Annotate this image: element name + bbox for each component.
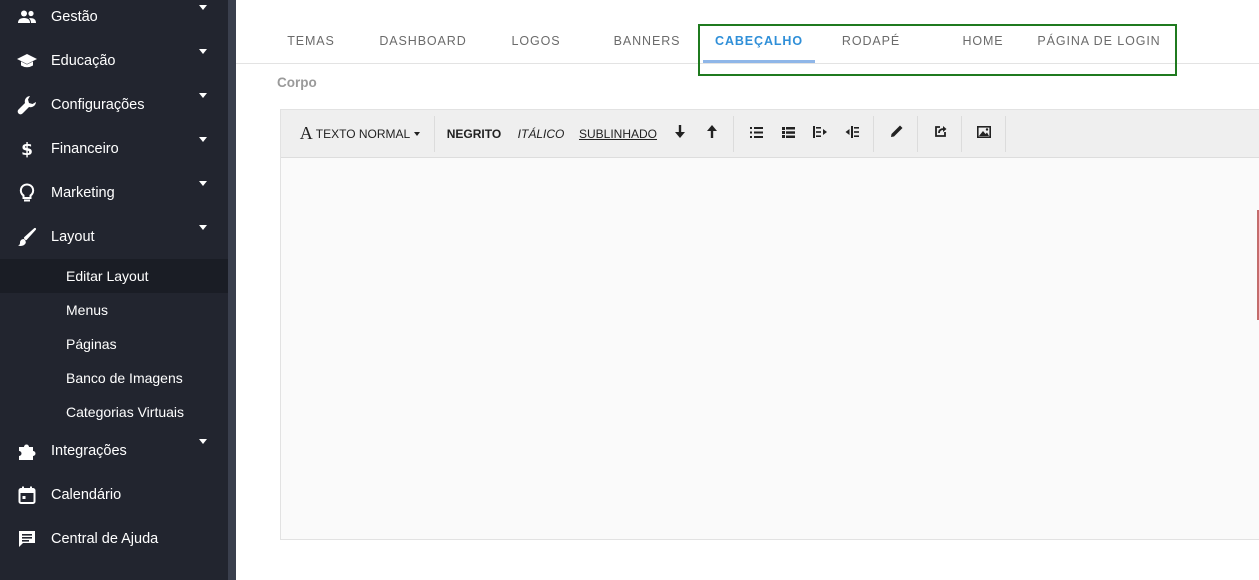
sidebar: Gestão Educação Configurações $ Financei…	[0, 0, 228, 580]
outdent-button[interactable]	[809, 110, 831, 157]
tab-bar: TEMAS DASHBOARD LOGOS BANNERS CABEÇALHO …	[236, 18, 1259, 76]
sidebar-divider	[228, 0, 236, 580]
editor-toolbar: A TEXTO NORMAL NEGRITO ITÁLICO SUBLINHAD…	[281, 110, 1259, 158]
outdent-icon	[813, 125, 827, 143]
tab-pagina-de-login[interactable]: PÁGINA DE LOGIN	[1034, 18, 1164, 63]
dollar-icon: $	[16, 138, 38, 160]
sidebar-item-integracoes[interactable]: Integrações	[0, 429, 228, 473]
bold-button[interactable]: NEGRITO	[445, 110, 503, 157]
tab-dashboard[interactable]: DASHBOARD	[372, 18, 474, 63]
layout-submenu: Editar Layout Menus Páginas Banco de Ima…	[0, 259, 228, 429]
tab-temas[interactable]: TEMAS	[276, 18, 346, 63]
font-style-dropdown[interactable]: A TEXTO NORMAL	[295, 110, 425, 157]
graduation-cap-icon	[16, 50, 38, 72]
unordered-list-button[interactable]	[745, 110, 767, 157]
sidebar-item-educacao[interactable]: Educação	[0, 39, 228, 83]
chevron-down-icon	[199, 225, 207, 230]
calendar-icon	[16, 484, 38, 506]
tab-home[interactable]: HOME	[948, 18, 1018, 63]
tab-cabecalho[interactable]: CABEÇALHO	[703, 18, 815, 63]
brush-icon	[16, 226, 38, 248]
toolbar-divider	[873, 116, 874, 152]
toolbar-divider	[961, 116, 962, 152]
tab-banners[interactable]: BANNERS	[606, 18, 688, 63]
sidebar-item-label: Central de Ajuda	[51, 531, 159, 547]
sidebar-item-financeiro[interactable]: $ Financeiro	[0, 127, 228, 171]
chevron-down-icon	[199, 93, 207, 98]
submenu-item-paginas[interactable]: Páginas	[0, 327, 228, 361]
svg-text:$: $	[21, 140, 33, 159]
sidebar-item-label: Marketing	[51, 185, 115, 201]
superscript-button[interactable]	[701, 110, 723, 157]
chevron-down-icon	[199, 5, 207, 10]
edit-button[interactable]	[885, 110, 907, 157]
sidebar-item-label: Financeiro	[51, 141, 119, 157]
arrow-down-icon	[675, 124, 685, 143]
toolbar-divider	[434, 116, 435, 152]
active-tab-indicator	[703, 60, 815, 63]
lightbulb-icon	[16, 182, 38, 204]
pencil-icon	[890, 125, 903, 143]
chevron-down-icon	[199, 439, 207, 444]
sidebar-item-central-de-ajuda[interactable]: Central de Ajuda	[0, 517, 228, 561]
indent-icon	[845, 125, 859, 143]
chevron-down-icon	[199, 49, 207, 54]
sidebar-item-gestao[interactable]: Gestão	[0, 0, 228, 39]
underline-button[interactable]: SUBLINHADO	[579, 110, 657, 157]
insert-image-button[interactable]	[973, 110, 995, 157]
sidebar-item-label: Layout	[51, 229, 95, 245]
users-icon	[16, 6, 38, 28]
chat-icon	[16, 528, 38, 550]
link-icon	[934, 125, 947, 143]
font-icon: A	[299, 123, 313, 143]
editor-content-area[interactable]	[281, 158, 1259, 540]
chevron-down-icon	[199, 137, 207, 142]
section-label: Corpo	[277, 75, 317, 90]
sidebar-item-configuracoes[interactable]: Configurações	[0, 83, 228, 127]
submenu-item-editar-layout[interactable]: Editar Layout	[0, 259, 228, 293]
link-button[interactable]	[929, 110, 951, 157]
ordered-list-button[interactable]	[777, 110, 799, 157]
sidebar-item-label: Educação	[51, 53, 116, 69]
sidebar-item-label: Configurações	[51, 97, 145, 113]
sidebar-item-label: Integrações	[51, 443, 127, 459]
toolbar-divider	[917, 116, 918, 152]
tab-logos[interactable]: LOGOS	[498, 18, 574, 63]
italic-button[interactable]: ITÁLICO	[515, 110, 567, 157]
chevron-down-icon	[414, 131, 421, 136]
sidebar-item-label: Gestão	[51, 9, 98, 25]
tab-rodape[interactable]: RODAPÉ	[830, 18, 912, 63]
arrow-up-icon	[707, 124, 717, 143]
sidebar-item-marketing[interactable]: Marketing	[0, 171, 228, 215]
font-style-label: TEXTO NORMAL	[315, 126, 411, 141]
indent-button[interactable]	[841, 110, 863, 157]
puzzle-icon	[16, 440, 38, 462]
submenu-item-banco-de-imagens[interactable]: Banco de Imagens	[0, 361, 228, 395]
chevron-down-icon	[199, 181, 207, 186]
rich-text-editor: A TEXTO NORMAL NEGRITO ITÁLICO SUBLINHAD…	[280, 109, 1259, 540]
toolbar-divider	[1005, 116, 1006, 152]
main-content: TEMAS DASHBOARD LOGOS BANNERS CABEÇALHO …	[236, 0, 1259, 580]
toolbar-divider	[733, 116, 734, 152]
sidebar-item-calendario[interactable]: Calendário	[0, 473, 228, 517]
wrench-icon	[16, 94, 38, 116]
sidebar-item-label: Calendário	[51, 487, 122, 503]
ordered-list-icon	[781, 125, 795, 143]
sidebar-item-layout[interactable]: Layout	[0, 215, 228, 259]
subscript-button[interactable]	[669, 110, 691, 157]
image-icon	[977, 125, 991, 143]
unordered-list-icon	[749, 125, 763, 143]
submenu-item-categorias-virtuais[interactable]: Categorias Virtuais	[0, 395, 228, 429]
submenu-item-menus[interactable]: Menus	[0, 293, 228, 327]
